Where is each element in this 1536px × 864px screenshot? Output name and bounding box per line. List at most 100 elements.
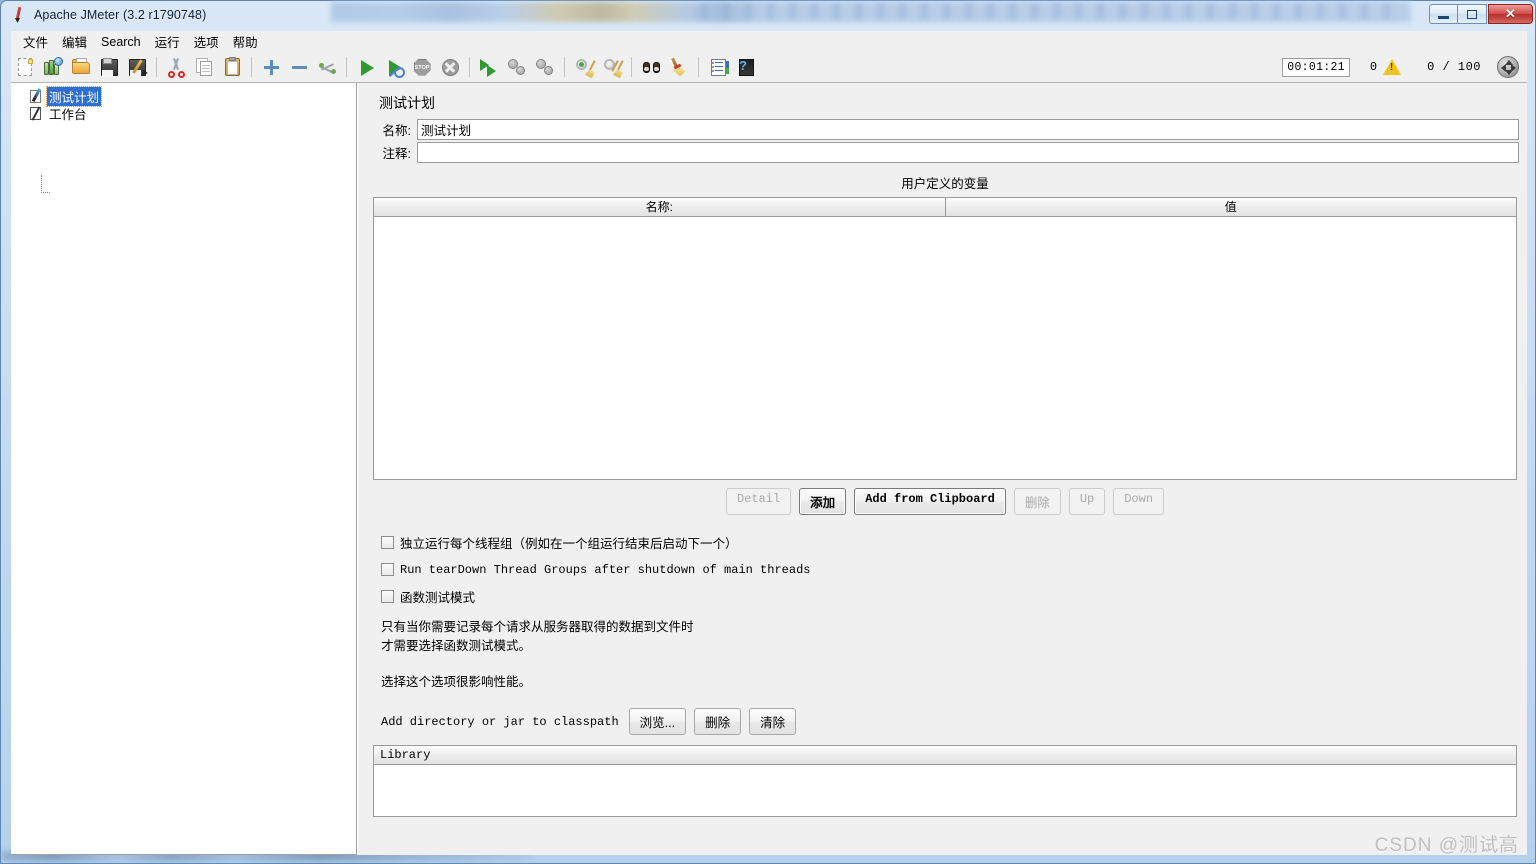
comment-field-row: 注释: <box>371 142 1519 163</box>
expand-collapse-icon[interactable] <box>1497 56 1519 78</box>
browse-button[interactable]: 浏览... <box>628 708 687 735</box>
application-window: Apache JMeter (3.2 r1790748) ✕ 文件 编辑 Sea… <box>0 0 1536 864</box>
templates-icon[interactable] <box>40 54 66 80</box>
column-header-name[interactable]: 名称: <box>374 198 946 217</box>
menu-edit[interactable]: 编辑 <box>55 30 94 53</box>
toolbar-separator <box>469 57 470 77</box>
active-threads-count: 0 / 100 <box>1427 60 1481 74</box>
run-teardown-checkbox[interactable] <box>381 563 394 576</box>
classpath-row: Add directory or jar to classpath 浏览... … <box>381 708 1519 735</box>
serialize-thread-groups-label: 独立运行每个线程组（例如在一个组运行结束后启动下一个） <box>400 537 738 551</box>
workbench-icon <box>29 106 44 121</box>
menu-bar: 文件 编辑 Search 运行 选项 帮助 <box>11 31 1527 52</box>
collapse-all-icon[interactable] <box>286 54 312 80</box>
toggle-icon[interactable] <box>314 54 340 80</box>
start-icon[interactable] <box>353 54 379 80</box>
save-icon[interactable] <box>96 54 122 80</box>
functional-test-mode-checkbox[interactable] <box>381 590 394 603</box>
comment-input[interactable] <box>417 142 1519 163</box>
tree-item-test-plan[interactable]: 测试计划 <box>11 86 356 107</box>
minimize-button[interactable] <box>1429 4 1458 24</box>
copy-icon[interactable] <box>191 54 217 80</box>
name-label: 名称: <box>382 124 411 138</box>
shutdown-icon[interactable] <box>437 54 463 80</box>
menu-run[interactable]: 运行 <box>148 30 187 53</box>
restore-icon <box>1467 9 1477 19</box>
save-as-icon[interactable] <box>124 54 150 80</box>
detail-button[interactable]: Detail <box>725 488 792 515</box>
function-helper-icon[interactable] <box>705 54 731 80</box>
search-reset-icon[interactable] <box>666 54 692 80</box>
clear-all-icon[interactable] <box>599 54 625 80</box>
warning-cluster[interactable]: 0 <box>1369 59 1402 75</box>
run-teardown-row[interactable]: Run tearDown Thread Groups after shutdow… <box>381 556 1519 583</box>
page-title: 测试计划 <box>379 95 435 111</box>
menu-options[interactable]: 选项 <box>187 30 226 53</box>
classpath-label: Add directory or jar to classpath <box>381 714 619 729</box>
classpath-clear-button[interactable]: 清除 <box>749 708 797 735</box>
cut-icon[interactable] <box>163 54 189 80</box>
classpath-delete-button[interactable]: 删除 <box>694 708 742 735</box>
column-header-library[interactable]: Library <box>374 746 1516 765</box>
warning-triangle-icon[interactable] <box>1383 59 1402 75</box>
column-header-value[interactable]: 值 <box>945 198 1516 217</box>
add-from-clipboard-button[interactable]: Add from Clipboard <box>854 488 1006 515</box>
name-input[interactable] <box>417 119 1519 140</box>
add-button[interactable]: 添加 <box>799 488 847 515</box>
library-table-body[interactable] <box>374 765 1516 816</box>
serialize-thread-groups-row[interactable]: 独立运行每个线程组（例如在一个组运行结束后启动下一个） <box>381 529 1519 556</box>
help-icon[interactable]: ? <box>733 54 759 80</box>
tree-guide-line <box>41 175 42 193</box>
remote-start-all-icon[interactable] <box>476 54 502 80</box>
toolbar-separator <box>631 57 632 77</box>
up-button[interactable]: Up <box>1068 488 1106 515</box>
functional-mode-note-line-3: 选择这个选项很影响性能。 <box>381 675 532 689</box>
clear-icon[interactable] <box>571 54 597 80</box>
test-plan-editor: 测试计划 名称: 注释: 用户定义的变量 名称: 值 Detail 添加 <box>363 83 1527 855</box>
warning-count: 0 <box>1369 60 1378 74</box>
variables-button-row: Detail 添加 Add from Clipboard 删除 Up Down <box>371 488 1519 515</box>
content-area: 测试计划 工作台 测试计划 名称: 注释: 用户定义的变量 <box>11 83 1527 855</box>
tree-item-workbench[interactable]: 工作台 <box>11 105 356 122</box>
start-no-timers-icon[interactable] <box>381 54 407 80</box>
table-body[interactable] <box>374 217 1516 479</box>
menu-file[interactable]: 文件 <box>16 30 55 53</box>
new-icon[interactable] <box>12 54 38 80</box>
delete-button[interactable]: 删除 <box>1013 488 1061 515</box>
functional-test-mode-row[interactable]: 函数测试模式 <box>381 583 1519 610</box>
comment-label: 注释: <box>382 147 411 161</box>
note-spacer <box>371 656 1519 673</box>
table-header-row: 名称: 值 <box>374 198 1516 217</box>
minimize-icon <box>1438 15 1449 19</box>
test-plan-icon <box>29 88 44 104</box>
user-defined-variables-title: 用户定义的变量 <box>901 177 989 191</box>
functional-test-mode-label: 函数测试模式 <box>400 591 476 605</box>
test-plan-tree[interactable]: 测试计划 工作台 <box>11 83 357 855</box>
menu-search[interactable]: Search <box>94 33 148 51</box>
restore-button[interactable] <box>1458 4 1487 24</box>
remote-stop-all-icon[interactable] <box>504 54 530 80</box>
tree-guide-elbow <box>41 192 50 193</box>
name-field-row: 名称: <box>371 119 1519 140</box>
down-button[interactable]: Down <box>1113 488 1165 515</box>
close-button[interactable]: ✕ <box>1488 4 1533 24</box>
toolbar-separator <box>346 57 347 77</box>
search-icon[interactable] <box>638 54 664 80</box>
paste-icon[interactable] <box>219 54 245 80</box>
remote-shutdown-all-icon[interactable] <box>532 54 558 80</box>
library-table[interactable]: Library <box>373 745 1517 817</box>
toolbar-separator <box>251 57 252 77</box>
toolbar: STOP ? 00:01:21 0 0 / 100 <box>11 52 1527 83</box>
window-controls: ✕ <box>1429 4 1533 24</box>
serialize-thread-groups-checkbox[interactable] <box>381 536 394 549</box>
menu-help[interactable]: 帮助 <box>226 30 265 53</box>
window-title: Apache JMeter (3.2 r1790748) <box>34 8 207 22</box>
tree-item-workbench-label: 工作台 <box>49 108 87 122</box>
expand-all-icon[interactable] <box>258 54 284 80</box>
stop-icon[interactable]: STOP <box>409 54 435 80</box>
run-teardown-label: Run tearDown Thread Groups after shutdow… <box>400 562 811 577</box>
elapsed-timer: 00:01:21 <box>1282 57 1350 77</box>
user-defined-variables-table[interactable]: 名称: 值 <box>373 197 1517 480</box>
open-icon[interactable] <box>68 54 94 80</box>
toolbar-separator <box>564 57 565 77</box>
